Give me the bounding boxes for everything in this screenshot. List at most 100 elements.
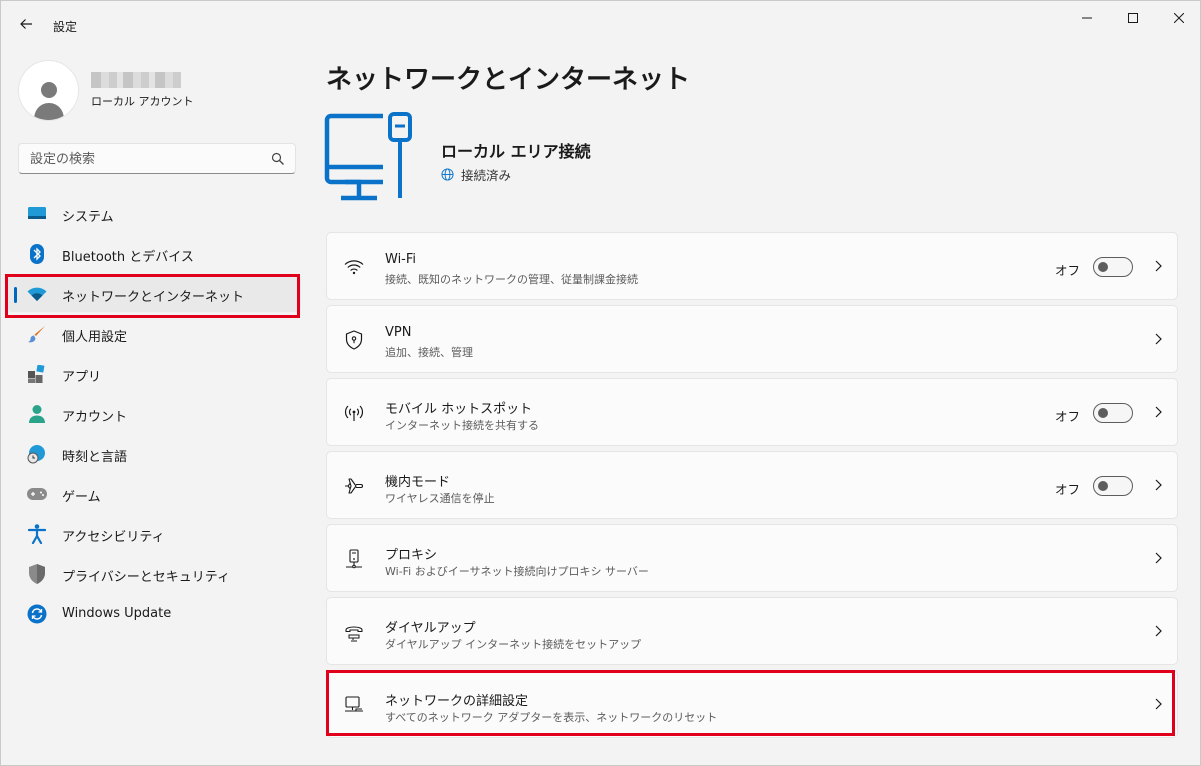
chevron-right-icon	[1155, 333, 1162, 345]
settings-window: 設定 ローカル アカウント システム	[0, 0, 1201, 766]
brush-icon	[27, 324, 47, 344]
close-button[interactable]	[1156, 1, 1201, 35]
hotspot-icon	[344, 403, 364, 423]
card-wifi[interactable]: Wi-Fi 接続、既知のネットワークの管理、従量制課金接続 オフ	[326, 232, 1178, 300]
sidebar-item-gaming[interactable]: ゲーム	[6, 476, 301, 512]
shield-icon	[27, 564, 47, 584]
accessibility-icon	[27, 524, 47, 544]
sidebar-item-label: アカウント	[62, 410, 128, 425]
sidebar-item-time-language[interactable]: 時刻と言語	[6, 436, 301, 472]
sidebar-item-label: Windows Update	[62, 606, 172, 621]
chevron-right-icon	[1155, 260, 1162, 272]
card-advanced-network-settings[interactable]: ネットワークの詳細設定 すべてのネットワーク アダプターを表示、ネットワークのリ…	[326, 670, 1178, 738]
sidebar-item-bluetooth[interactable]: Bluetooth とデバイス	[6, 236, 301, 272]
card-title: VPN	[385, 325, 412, 340]
sidebar-item-label: システム	[62, 210, 114, 225]
person-icon	[27, 404, 47, 424]
proxy-icon	[344, 549, 364, 569]
card-title: モバイル ホットスポット	[385, 402, 533, 417]
sidebar-item-label: アクセシビリティ	[62, 530, 165, 545]
network-pc-icon	[344, 695, 364, 715]
minimize-icon	[1082, 17, 1092, 19]
account-type-label: ローカル アカウント	[91, 95, 194, 108]
settings-cards: Wi-Fi 接続、既知のネットワークの管理、従量制課金接続 オフ VPN 追加、…	[326, 232, 1178, 743]
card-subtitle: すべてのネットワーク アダプターを表示、ネットワークのリセット	[385, 711, 718, 724]
maximize-button[interactable]	[1110, 1, 1156, 35]
sidebar-item-accounts[interactable]: アカウント	[6, 396, 301, 432]
airplane-mode-toggle[interactable]	[1093, 476, 1133, 496]
ethernet-pc-icon	[323, 111, 423, 207]
toggle-state-label: オフ	[1054, 482, 1080, 497]
dialup-icon	[344, 622, 364, 642]
avatar[interactable]	[18, 60, 79, 121]
window-title: 設定	[53, 20, 78, 34]
sidebar-item-label: プライバシーとセキュリティ	[62, 570, 230, 585]
card-proxy[interactable]: プロキシ Wi-Fi およびイーサネット接続向けプロキシ サーバー	[326, 524, 1178, 592]
toggle-state-label: オフ	[1054, 263, 1080, 278]
chevron-right-icon	[1155, 406, 1162, 418]
maximize-icon	[1128, 13, 1138, 23]
sidebar-item-label: アプリ	[62, 370, 102, 385]
search-icon[interactable]	[271, 152, 285, 166]
toggle-knob	[1098, 262, 1108, 272]
toggle-knob	[1098, 408, 1108, 418]
card-subtitle: Wi-Fi およびイーサネット接続向けプロキシ サーバー	[385, 565, 649, 578]
sidebar-nav: システム Bluetooth とデバイス ネットワークとインターネット 個人用設…	[6, 196, 301, 636]
airplane-icon	[344, 476, 364, 496]
arrow-left-icon	[20, 19, 32, 29]
card-dialup[interactable]: ダイヤルアップ ダイヤルアップ インターネット接続をセットアップ	[326, 597, 1178, 665]
toggle-state-label: オフ	[1054, 409, 1080, 424]
sidebar-item-privacy[interactable]: プライバシーとセキュリティ	[6, 556, 301, 592]
card-title: Wi-Fi	[385, 252, 417, 267]
title-bar: 設定	[1, 1, 1200, 49]
card-airplane-mode[interactable]: 機内モード ワイヤレス通信を停止 オフ	[326, 451, 1178, 519]
update-icon	[27, 604, 47, 624]
globe-clock-icon	[27, 444, 47, 464]
connection-status: 接続済み	[441, 165, 511, 184]
sidebar-item-personalization[interactable]: 個人用設定	[6, 316, 301, 352]
back-button[interactable]	[13, 11, 39, 37]
card-title: プロキシ	[385, 548, 438, 563]
globe-icon	[441, 168, 454, 181]
sidebar-item-network[interactable]: ネットワークとインターネット	[6, 276, 301, 312]
chevron-right-icon	[1155, 552, 1162, 564]
close-icon	[1174, 13, 1184, 23]
toggle-knob	[1098, 481, 1108, 491]
sidebar-item-system[interactable]: システム	[6, 196, 301, 232]
chevron-right-icon	[1155, 625, 1162, 637]
chevron-right-icon	[1155, 698, 1162, 710]
gamepad-icon	[27, 484, 47, 504]
card-vpn[interactable]: VPN 追加、接続、管理	[326, 305, 1178, 373]
page-title: ネットワークとインターネット	[326, 65, 691, 95]
chevron-right-icon	[1155, 479, 1162, 491]
wifi-toggle[interactable]	[1093, 257, 1133, 277]
search-box[interactable]	[18, 143, 296, 175]
card-subtitle: ワイヤレス通信を停止	[385, 492, 495, 505]
shield-icon	[344, 330, 364, 350]
card-subtitle: 接続、既知のネットワークの管理、従量制課金接続	[385, 273, 638, 286]
card-mobile-hotspot[interactable]: モバイル ホットスポット インターネット接続を共有する オフ	[326, 378, 1178, 446]
sidebar-item-label: ネットワークとインターネット	[62, 290, 245, 305]
sidebar-item-label: Bluetooth とデバイス	[62, 250, 194, 265]
search-input[interactable]	[19, 144, 272, 175]
card-title: ネットワークの詳細設定	[385, 694, 529, 709]
selection-indicator	[14, 287, 17, 303]
minimize-button[interactable]	[1064, 1, 1110, 35]
card-title: 機内モード	[385, 475, 451, 490]
hotspot-toggle[interactable]	[1093, 403, 1133, 423]
sidebar-item-windows-update[interactable]: Windows Update	[6, 596, 301, 632]
monitor-icon	[27, 204, 47, 224]
apps-icon	[27, 364, 47, 384]
sidebar-item-label: 個人用設定	[62, 330, 128, 345]
connection-name: ローカル エリア接続	[441, 142, 591, 161]
sidebar-item-label: ゲーム	[62, 490, 101, 505]
card-title: ダイヤルアップ	[385, 621, 476, 636]
person-icon	[33, 82, 64, 120]
wifi-icon	[27, 284, 47, 304]
card-subtitle: 追加、接続、管理	[385, 346, 473, 359]
wifi-icon	[344, 257, 364, 277]
sidebar-item-label: 時刻と言語	[62, 450, 128, 465]
sidebar-item-accessibility[interactable]: アクセシビリティ	[6, 516, 301, 552]
sidebar-item-apps[interactable]: アプリ	[6, 356, 301, 392]
card-subtitle: ダイヤルアップ インターネット接続をセットアップ	[385, 638, 642, 651]
